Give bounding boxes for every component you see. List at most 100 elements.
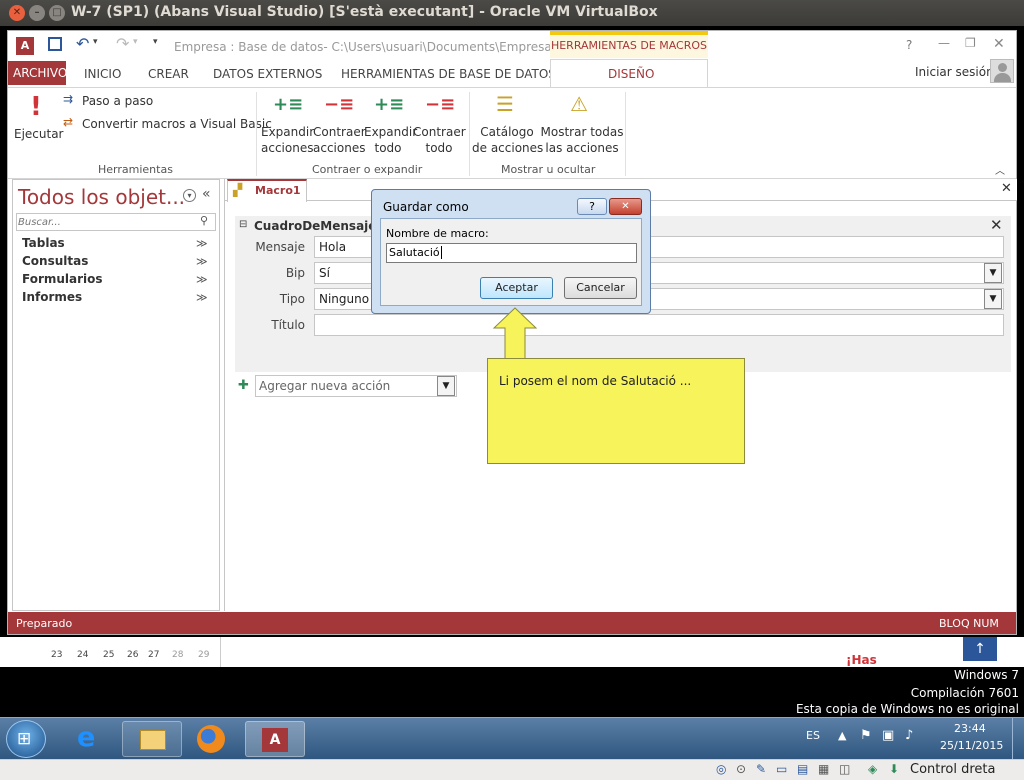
show-hidden-icons-icon[interactable]: ▲ bbox=[838, 729, 846, 742]
close-icon[interactable]: ✕ bbox=[993, 36, 1005, 52]
tab-file[interactable]: ARCHIVO bbox=[8, 61, 67, 85]
usb-icon[interactable]: ✎ bbox=[756, 762, 766, 776]
close-document-icon[interactable]: ✕ bbox=[1001, 181, 1012, 196]
action-catalog-button[interactable]: ☰ Catálogo de acciones bbox=[472, 90, 543, 156]
text-cursor bbox=[440, 246, 442, 259]
document-tab-macro1[interactable]: ▞ Macro1 bbox=[227, 179, 307, 202]
run-button[interactable]: ! Ejecutar bbox=[14, 90, 64, 144]
start-button[interactable]: ⊞ bbox=[6, 720, 46, 758]
mouse-integration-icon[interactable]: ⬇ bbox=[889, 762, 899, 776]
nav-menu-icon[interactable]: ▾ bbox=[183, 189, 196, 202]
network-icon[interactable]: ▣ bbox=[882, 728, 894, 743]
shutter-bar-icon[interactable]: « bbox=[202, 186, 211, 202]
windows-logo-icon: ⊞ bbox=[17, 729, 32, 749]
undo-dropdown-icon[interactable]: ▾ bbox=[93, 37, 98, 47]
clock-date[interactable]: 25/11/2015 bbox=[940, 739, 1003, 752]
tab-design[interactable]: DISEÑO bbox=[550, 59, 708, 88]
num-lock-indicator: BLOQ NUM bbox=[939, 617, 999, 630]
firefox-icon[interactable] bbox=[186, 721, 236, 757]
expand-icon: +≡ bbox=[273, 94, 304, 115]
window-title: W-7 (SP1) (Abans Visual Studio) [S'està … bbox=[71, 4, 658, 20]
access-taskbar-button[interactable]: A bbox=[245, 721, 305, 757]
action-center-flag-icon[interactable]: ⚑ bbox=[860, 728, 872, 743]
chevron-down-icon[interactable]: ≫ bbox=[196, 255, 208, 268]
tab-home[interactable]: INICIO bbox=[84, 67, 121, 81]
minimize-icon[interactable]: – bbox=[29, 5, 45, 21]
nav-group-reports[interactable]: Informes bbox=[22, 290, 82, 304]
help-icon[interactable]: ? bbox=[577, 198, 607, 215]
tab-external-data[interactable]: DATOS EXTERNOS bbox=[213, 67, 322, 81]
expand-all-button[interactable]: +≡ Expandir todo bbox=[364, 90, 417, 156]
shared-folders-icon[interactable]: ▤ bbox=[797, 762, 808, 776]
sign-in-link[interactable]: Iniciar sesión bbox=[915, 65, 994, 79]
chevron-down-icon[interactable]: ≫ bbox=[196, 273, 208, 286]
chevron-down-icon[interactable]: ≫ bbox=[196, 291, 208, 304]
hard-disk-icon[interactable]: ◎ bbox=[716, 762, 726, 776]
vm-status-bar: ◎ ⊙ ✎ ▭ ▤ ▦ ◫ ◈ ⬇ Control dreta bbox=[0, 759, 1024, 780]
group-label-collapse-expand: Contraer o expandir bbox=[312, 163, 423, 176]
collapse-actions-button[interactable]: −≡ Contraer acciones bbox=[313, 90, 366, 156]
collapse-block-icon[interactable]: ⊟ bbox=[239, 219, 247, 230]
convert-macros-button[interactable]: ⇄ Convertir macros a Visual Basic bbox=[63, 115, 272, 133]
show-desktop-button[interactable] bbox=[1012, 718, 1023, 759]
close-icon[interactable]: ✕ bbox=[9, 5, 25, 21]
nav-group-tables[interactable]: Tablas bbox=[22, 236, 65, 250]
macro-name-label: Nombre de macro: bbox=[386, 227, 489, 240]
expand-actions-button[interactable]: +≡ Expandir acciones bbox=[261, 90, 314, 156]
calendar-day: 28 bbox=[172, 650, 184, 660]
status-text: Preparado bbox=[16, 617, 73, 630]
quick-access-toolbar: A ↶ ▾ ↷ ▾ ▾ Empresa : Base de datos- C:\… bbox=[8, 31, 1016, 61]
chevron-down-icon[interactable]: ▼ bbox=[437, 376, 455, 396]
cancel-button[interactable]: Cancelar bbox=[564, 277, 637, 299]
macro-name-input[interactable]: Salutació bbox=[386, 243, 637, 263]
cpu-icon[interactable]: ◈ bbox=[868, 762, 877, 776]
group-label-show-hide: Mostrar u ocultar bbox=[501, 163, 596, 176]
group-divider bbox=[469, 92, 470, 176]
close-icon[interactable]: ✕ bbox=[609, 198, 642, 215]
save-icon[interactable] bbox=[48, 37, 62, 51]
screen: ✕ – □ W-7 (SP1) (Abans Visual Studio) [S… bbox=[0, 0, 1024, 780]
nav-search-box[interactable]: ⚲ bbox=[16, 213, 216, 231]
collapse-all-button[interactable]: −≡ Contraer todo bbox=[413, 90, 466, 156]
minimize-icon[interactable]: — bbox=[938, 36, 950, 50]
show-all-actions-button[interactable]: ⚠ Mostrar todas las acciones bbox=[540, 90, 624, 156]
add-action-combobox[interactable]: Agregar nueva acción ▼ bbox=[255, 375, 457, 397]
internet-explorer-icon[interactable]: e bbox=[67, 721, 113, 757]
explorer-taskbar-button[interactable] bbox=[122, 721, 182, 757]
help-icon[interactable]: ? bbox=[906, 38, 912, 52]
recording-icon[interactable]: ◫ bbox=[839, 762, 850, 776]
nav-group-queries[interactable]: Consultas bbox=[22, 254, 88, 268]
chevron-down-icon[interactable]: ▼ bbox=[984, 289, 1002, 309]
avatar[interactable] bbox=[990, 59, 1014, 83]
clock-time[interactable]: 23:44 bbox=[954, 722, 986, 735]
ok-button[interactable]: Aceptar bbox=[480, 277, 553, 299]
tab-database-tools[interactable]: HERRAMIENTAS DE BASE DE DATOS bbox=[341, 67, 556, 81]
tab-create[interactable]: CREAR bbox=[148, 67, 189, 81]
calendar-day: 24 bbox=[77, 650, 89, 660]
vm-titlebar[interactable]: ✕ – □ W-7 (SP1) (Abans Visual Studio) [S… bbox=[0, 0, 1024, 26]
language-indicator[interactable]: ES bbox=[806, 729, 820, 742]
volume-icon[interactable]: ♪ bbox=[905, 728, 913, 743]
nav-pane-title[interactable]: Todos los objet... bbox=[18, 185, 185, 209]
maximize-icon[interactable]: □ bbox=[49, 5, 65, 21]
restore-icon[interactable]: ❐ bbox=[965, 36, 976, 50]
delete-action-icon[interactable]: ✕ bbox=[990, 216, 1003, 234]
access-logo-icon[interactable]: A bbox=[16, 37, 34, 55]
collapse-all-label: Contraer todo bbox=[413, 125, 466, 155]
search-icon[interactable]: ⚲ bbox=[200, 214, 208, 227]
display-icon[interactable]: ▦ bbox=[818, 762, 829, 776]
customize-qat-icon[interactable]: ▾ bbox=[153, 37, 158, 47]
nav-search-input[interactable] bbox=[18, 215, 194, 229]
single-step-button[interactable]: ⇉ Paso a paso bbox=[63, 92, 193, 110]
chevron-down-icon[interactable]: ≫ bbox=[196, 237, 208, 250]
scroll-top-button[interactable]: ↑ bbox=[963, 637, 997, 661]
network-adapter-icon[interactable]: ▭ bbox=[776, 762, 787, 776]
firefox-glyph-icon bbox=[197, 725, 225, 753]
collapse-ribbon-icon[interactable]: ︿ bbox=[995, 162, 1005, 177]
undo-icon[interactable]: ↶ bbox=[76, 34, 89, 53]
chevron-down-icon[interactable]: ▼ bbox=[984, 263, 1002, 283]
redo-icon[interactable]: ↷ bbox=[116, 34, 129, 53]
nav-group-forms[interactable]: Formularios bbox=[22, 272, 103, 286]
title-field[interactable] bbox=[314, 314, 1004, 336]
optical-drive-icon[interactable]: ⊙ bbox=[736, 762, 746, 776]
